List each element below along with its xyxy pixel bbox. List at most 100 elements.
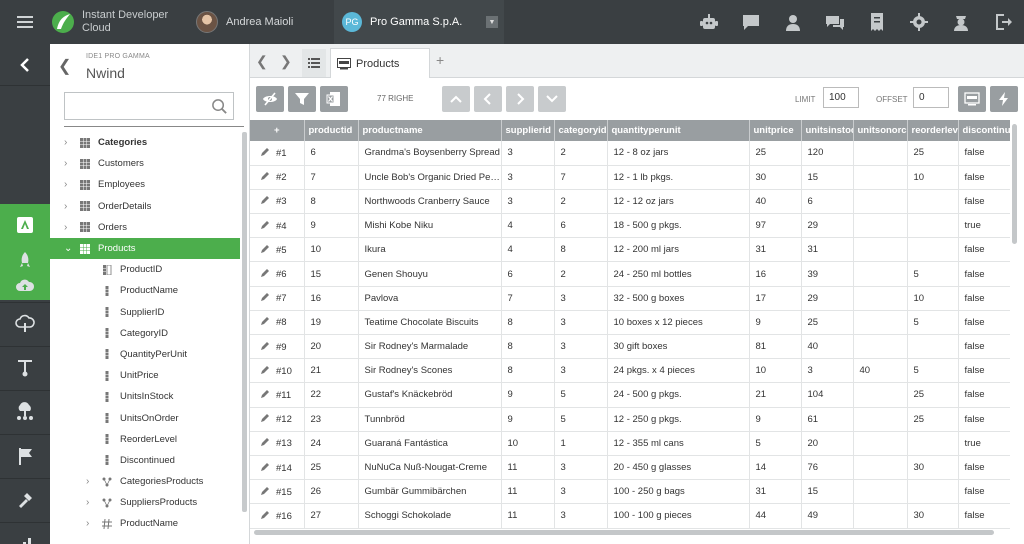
cell-quantityperunit[interactable]: 100 - 100 g pieces <box>607 503 750 529</box>
tree-search-input[interactable] <box>64 92 234 120</box>
cell-productid[interactable]: 21 <box>304 358 359 384</box>
cell-reorderlev[interactable] <box>907 237 959 263</box>
tree-node-productname[interactable]: ProductName <box>50 280 240 301</box>
pencil-icon[interactable] <box>260 171 270 181</box>
cell-unitsinstoc[interactable]: 29 <box>801 286 854 311</box>
cell-categoryid[interactable]: 2 <box>554 261 608 287</box>
column-header-unitsinstoc[interactable]: unitsinstoc <box>801 120 854 141</box>
pencil-icon[interactable] <box>260 365 270 375</box>
tree-node-discontinued[interactable]: Discontinued <box>50 450 240 471</box>
cell-unitprice[interactable]: 40 <box>749 189 802 215</box>
cell-productid[interactable]: 19 <box>304 310 359 336</box>
pencil-icon[interactable] <box>260 389 270 399</box>
chevron-right-icon[interactable]: › <box>64 158 74 169</box>
cell-supplierid[interactable]: 3 <box>501 189 555 215</box>
table-row[interactable]: #9 20 Sir Rodney's Marmalade 8 3 30 gift boxe… <box>250 334 1010 360</box>
cell-categoryid[interactable]: 2 <box>554 141 608 166</box>
add-tab-button[interactable]: + <box>436 52 444 68</box>
column-header-productid[interactable]: productid <box>304 120 359 141</box>
pencil-icon[interactable] <box>260 268 270 278</box>
table-row[interactable]: #15 26 Gumbär Gummibärchen 11 3 100 - 250 g b… <box>250 479 1010 505</box>
cell-unitprice[interactable]: 31 <box>749 479 802 505</box>
cell-supplierid[interactable]: 9 <box>501 407 555 432</box>
cell-categoryid[interactable]: 3 <box>554 358 608 384</box>
tree-node-employees[interactable]: › Employees <box>50 174 240 195</box>
messages-icon[interactable] <box>814 0 856 44</box>
app-icon[interactable] <box>0 204 50 246</box>
cell-reorderlev[interactable]: 25 <box>907 382 959 408</box>
cell-productid[interactable]: 24 <box>304 431 359 456</box>
receipt-icon[interactable] <box>856 0 898 44</box>
tree-back-button[interactable]: ❮ <box>58 56 71 76</box>
cell-quantityperunit[interactable]: 100 - 250 g bags <box>607 479 750 505</box>
list-icon[interactable] <box>302 49 326 77</box>
cell-quantityperunit[interactable]: 24 - 250 ml bottles <box>607 261 750 287</box>
cell-productname[interactable]: NuNuCa Nuß-Nougat-Creme <box>358 455 502 481</box>
cell-unitsonorc[interactable] <box>853 455 908 481</box>
pencil-icon[interactable] <box>260 413 270 423</box>
tree-node-unitsinstock[interactable]: UnitsInStock <box>50 386 240 407</box>
cell-productname[interactable]: Pavlova <box>358 286 502 311</box>
robot-icon[interactable] <box>688 0 730 44</box>
cell-categoryid[interactable]: 3 <box>554 286 608 311</box>
cell-unitsinstoc[interactable]: 31 <box>801 237 854 263</box>
cell-unitsinstoc[interactable]: 15 <box>801 165 854 190</box>
cell-productid[interactable]: 16 <box>304 286 359 311</box>
cell-unitprice[interactable]: 81 <box>749 334 802 360</box>
cell-categoryid[interactable]: 1 <box>554 431 608 456</box>
row-number[interactable]: #10 <box>250 358 305 384</box>
back-button[interactable] <box>0 44 50 86</box>
cell-reorderlev[interactable]: 25 <box>907 407 959 432</box>
cell-productname[interactable]: Schoggi Schokolade <box>358 503 502 529</box>
row-number[interactable]: #14 <box>250 455 305 481</box>
cell-productid[interactable]: 22 <box>304 382 359 408</box>
tree-node-productid[interactable]: ProductID <box>50 259 240 280</box>
cell-unitsinstoc[interactable]: 61 <box>801 407 854 432</box>
cell-discontinu[interactable]: false <box>958 407 1010 432</box>
cell-unitprice[interactable]: 9 <box>749 310 802 336</box>
cell-supplierid[interactable]: 4 <box>501 237 555 263</box>
table-row[interactable]: #13 24 Guaraná Fantástica 10 1 12 - 355 ml ca… <box>250 431 1010 456</box>
chat-icon[interactable] <box>730 0 772 44</box>
cloud-upload-icon[interactable] <box>0 272 50 300</box>
deploy-icon[interactable] <box>0 346 50 388</box>
tree-node-orderdetails[interactable]: › OrderDetails <box>50 196 240 217</box>
cell-discontinu[interactable]: false <box>958 286 1010 311</box>
grid-horizontal-scrollbar[interactable] <box>254 530 994 535</box>
cell-discontinu[interactable]: false <box>958 334 1010 360</box>
chevron-right-icon[interactable]: › <box>64 137 74 148</box>
cell-productid[interactable]: 20 <box>304 334 359 360</box>
prev-page-button[interactable] <box>474 86 502 112</box>
cell-quantityperunit[interactable]: 18 - 500 g pkgs. <box>607 213 750 239</box>
cell-quantityperunit[interactable]: 12 - 12 oz jars <box>607 189 750 215</box>
row-number[interactable]: #15 <box>250 479 305 505</box>
cell-unitsinstoc[interactable]: 29 <box>801 213 854 239</box>
cell-reorderlev[interactable] <box>907 189 959 215</box>
cell-supplierid[interactable]: 8 <box>501 358 555 384</box>
table-row[interactable]: #8 19 Teatime Chocolate Biscuits 8 3 10 boxes… <box>250 310 1010 336</box>
cell-unitprice[interactable]: 17 <box>749 286 802 311</box>
cell-unitsinstoc[interactable]: 39 <box>801 261 854 287</box>
column-header-categoryid[interactable]: categoryid <box>554 120 608 141</box>
cell-productid[interactable]: 7 <box>304 165 359 190</box>
table-row[interactable]: #16 27 Schoggi Schokolade 11 3 100 - 100 g pi… <box>250 503 1010 529</box>
cell-discontinu[interactable]: false <box>958 189 1010 215</box>
cell-unitprice[interactable]: 25 <box>749 141 802 166</box>
cell-productname[interactable]: Genen Shouyu <box>358 261 502 287</box>
chevron-right-icon[interactable]: › <box>86 476 96 487</box>
row-number[interactable]: #11 <box>250 382 305 408</box>
pencil-icon[interactable] <box>260 341 270 351</box>
row-number[interactable]: #7 <box>250 286 305 311</box>
cell-productid[interactable]: 15 <box>304 261 359 287</box>
column-header-productname[interactable]: productname <box>358 120 502 141</box>
add-row-button[interactable]: + <box>250 120 305 141</box>
cell-reorderlev[interactable]: 30 <box>907 455 959 481</box>
cell-unitprice[interactable]: 97 <box>749 213 802 239</box>
row-number[interactable]: #3 <box>250 189 305 215</box>
cell-unitprice[interactable]: 31 <box>749 237 802 263</box>
sql-button[interactable] <box>958 86 986 112</box>
export-button[interactable] <box>320 86 348 112</box>
cell-supplierid[interactable]: 11 <box>501 479 555 505</box>
cell-unitsonorc[interactable] <box>853 407 908 432</box>
cell-categoryid[interactable]: 8 <box>554 237 608 263</box>
